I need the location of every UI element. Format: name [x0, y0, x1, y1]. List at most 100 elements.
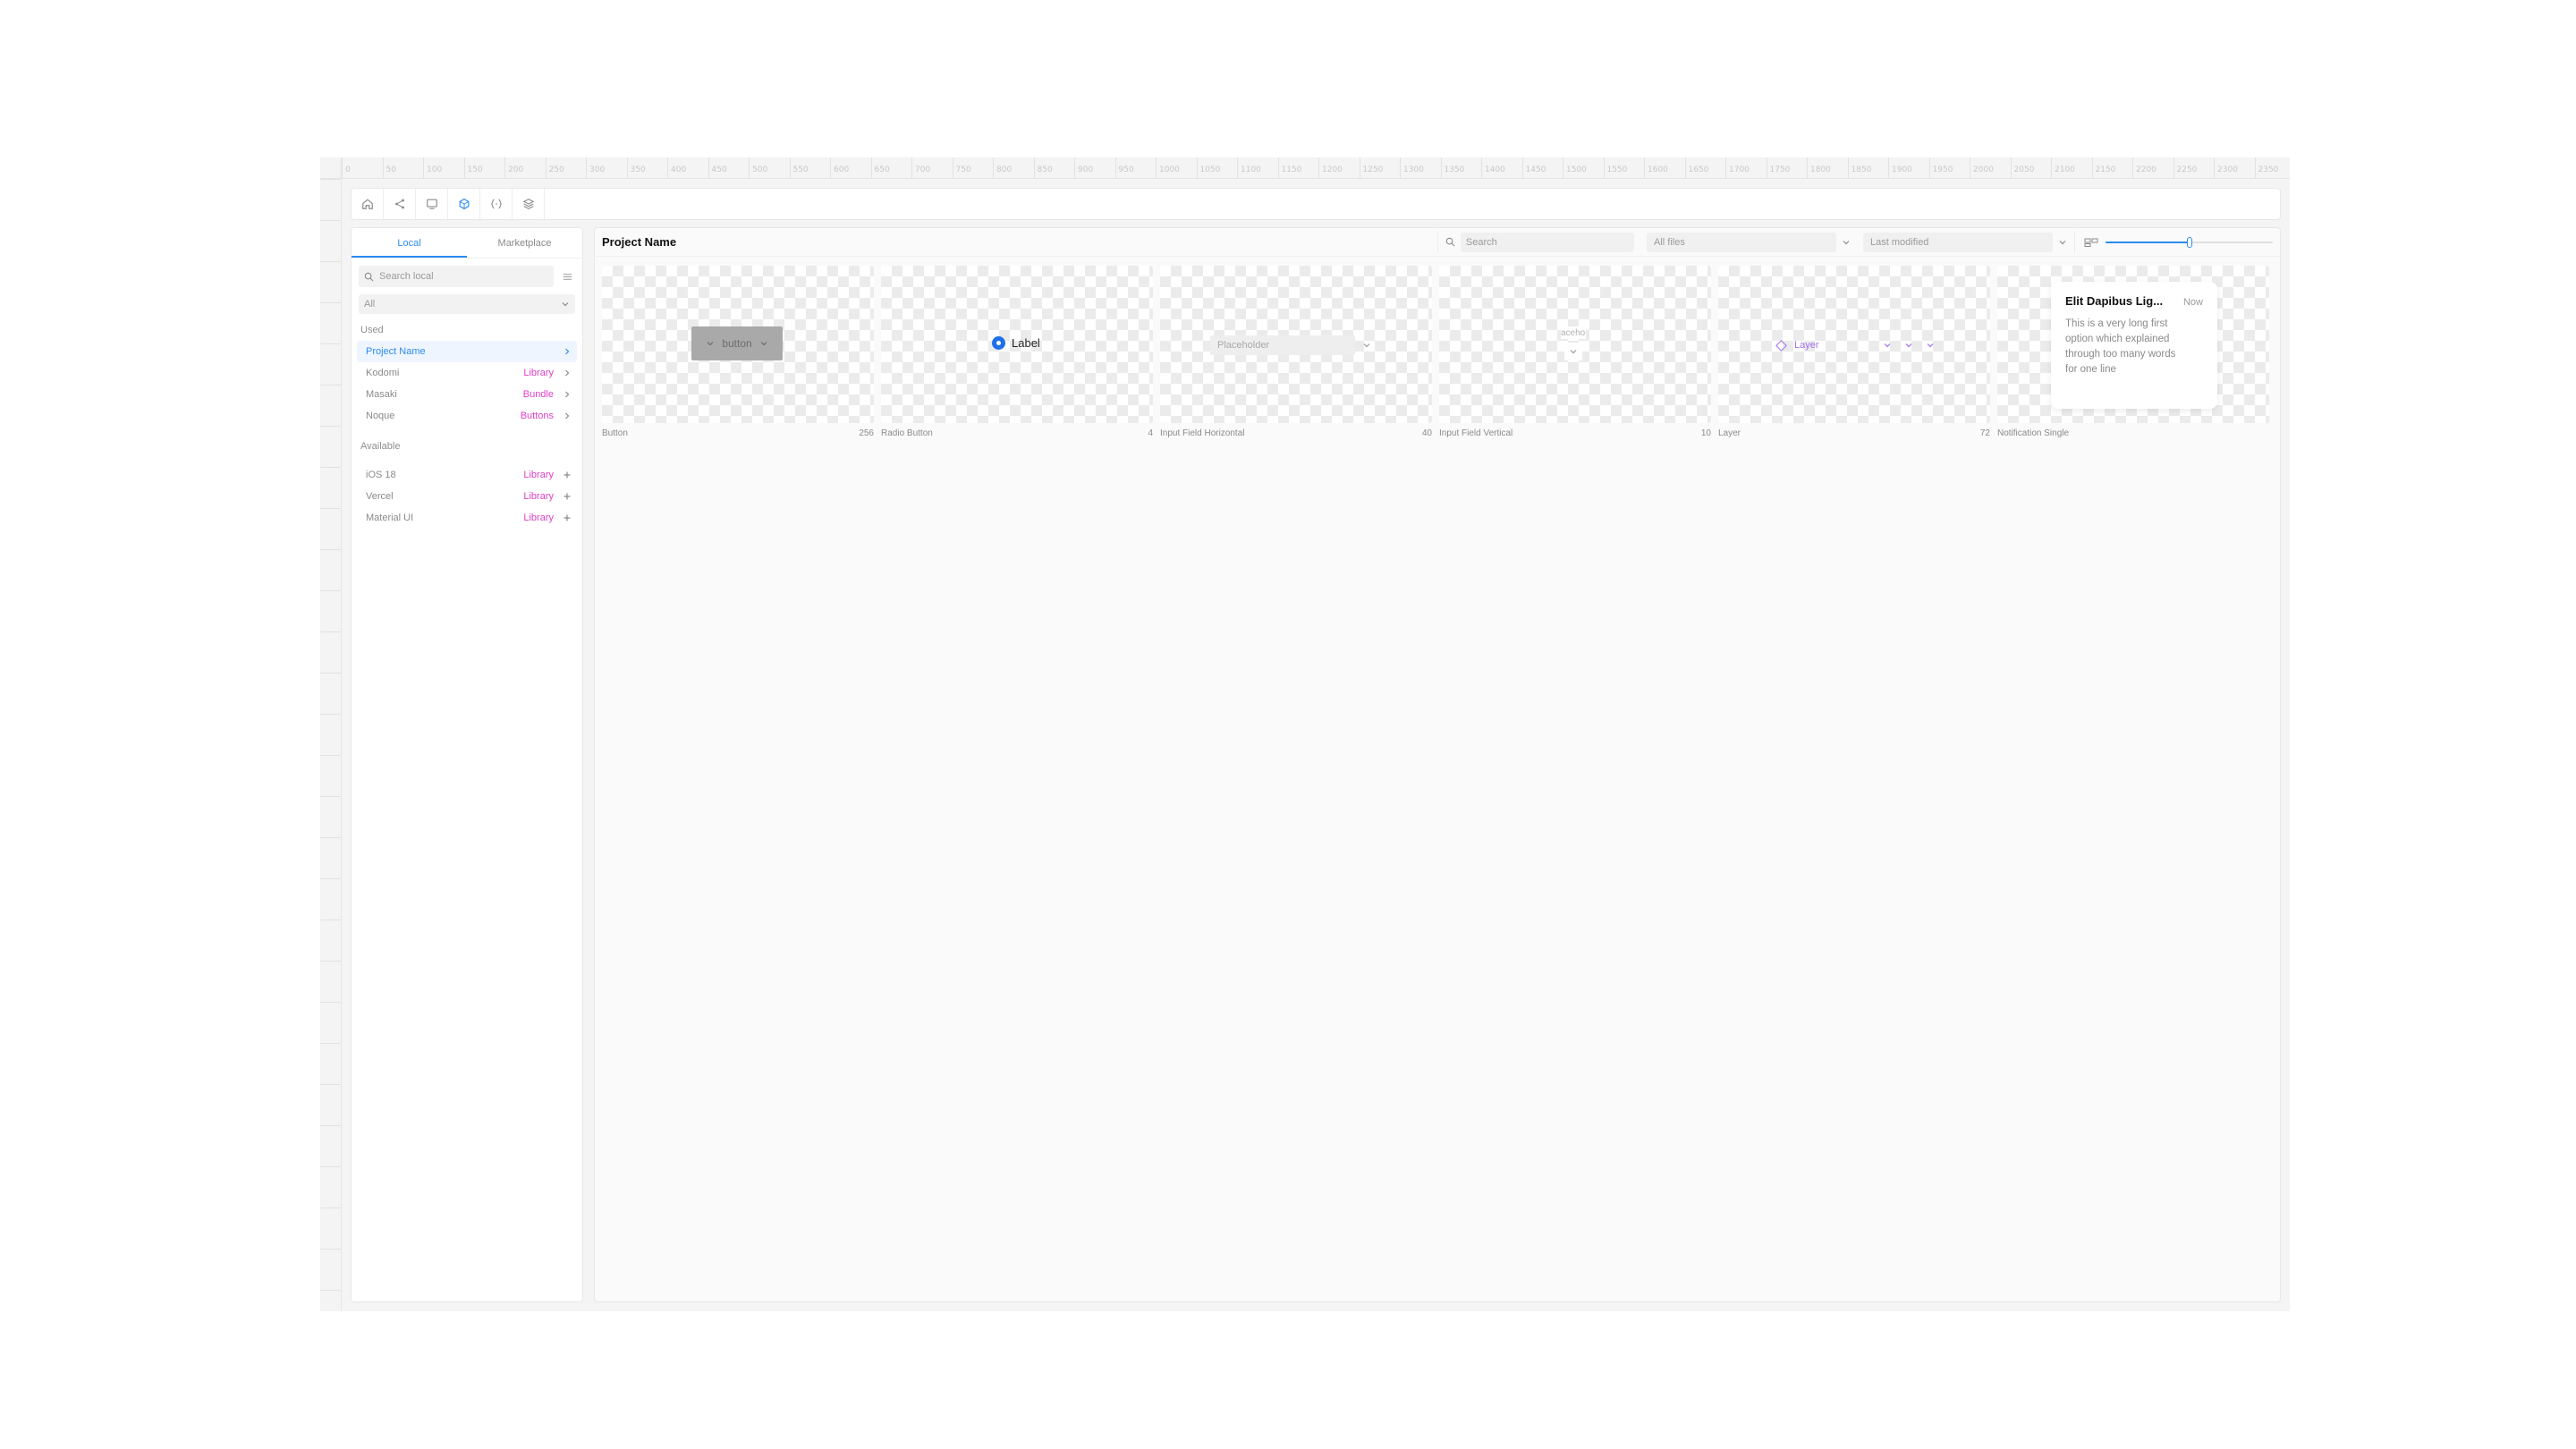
ruler-tick-label: 1550	[1603, 157, 1627, 178]
component-card-radio-button[interactable]: Label Radio Button 4	[881, 266, 1153, 438]
sidebar-item-ios-18[interactable]: iOS 18 Library	[357, 464, 577, 486]
ruler-tick	[320, 261, 341, 302]
component-name: Input Field Horizontal	[1160, 428, 1245, 438]
layer-preview-label: Layer	[1794, 340, 1819, 351]
components-button[interactable]	[448, 189, 480, 219]
ruler-tick-label: 250	[545, 157, 564, 178]
ruler-tick-label: 2300	[2214, 157, 2238, 178]
ruler-tick-label: 550	[789, 157, 809, 178]
button-preview-label: button	[722, 337, 752, 350]
ruler-tick-label: 1600	[1644, 157, 1668, 178]
component-count: 256	[859, 428, 874, 438]
ruler-tick	[320, 426, 341, 467]
component-card-input-field-horizontal[interactable]: Placeholder Input Field Horizontal 40	[1160, 266, 1432, 438]
home-button[interactable]	[352, 189, 384, 219]
sort-value: Last modified	[1863, 232, 2053, 252]
sidebar-item-material-ui[interactable]: Material UI Library	[357, 507, 577, 529]
ruler-tick-label: 600	[830, 157, 849, 178]
ruler-tick	[320, 220, 341, 261]
ruler-tick-label: 1700	[1725, 157, 1750, 178]
ruler-tick-label: 950	[1114, 157, 1134, 178]
vertical-ruler	[320, 179, 342, 1311]
sidebar-item-vercel[interactable]: Vercel Library	[357, 486, 577, 507]
notification-title: Elit Dapibus Lig...	[2065, 294, 2164, 308]
sort-select[interactable]: Last modified	[1863, 232, 2067, 252]
sidebar-item-project-name[interactable]: Project Name	[357, 341, 577, 362]
ruler-tick-label: 2350	[2254, 157, 2278, 178]
grid-size-icon[interactable]	[2084, 237, 2098, 248]
ruler-tick-label: 850	[1033, 157, 1053, 178]
share-button[interactable]	[384, 189, 416, 219]
ruler-tick-label: 1450	[1521, 157, 1546, 178]
ruler-tick	[320, 590, 341, 631]
sidebar-tabs: Local Marketplace	[352, 228, 582, 258]
component-caption: Layer 72	[1718, 428, 1990, 438]
notification-time: Now	[2182, 297, 2203, 308]
ruler-tick-label: 0	[342, 157, 351, 178]
component-icon	[459, 198, 469, 210]
ruler-tick	[320, 1002, 341, 1043]
slider-handle[interactable]	[2186, 236, 2192, 248]
sidebar-item-kodomi[interactable]: Kodomi Library	[357, 362, 577, 384]
component-caption: Notification Single	[1997, 428, 2269, 438]
sidebar-item-masaki[interactable]: Masaki Bundle	[357, 384, 577, 405]
ruler-tick-label: 1250	[1359, 157, 1383, 178]
component-thumbnail: button	[602, 266, 874, 423]
plus-icon[interactable]	[563, 492, 572, 501]
search-local-placeholder: Search local	[379, 271, 434, 282]
monitor-button[interactable]	[416, 189, 448, 219]
sidebar-filter-select[interactable]: All	[359, 294, 575, 314]
chevron-down-icon	[1905, 343, 1912, 348]
chevron-down-icon	[2059, 240, 2066, 244]
component-card-input-field-vertical[interactable]: aceho Input Field Vertical 10	[1439, 266, 1711, 438]
chevron-right-icon	[565, 412, 570, 419]
thumbnail-size-slider[interactable]	[2106, 236, 2273, 248]
input-vertical-preview: aceho	[1561, 325, 1586, 364]
plus-icon[interactable]	[563, 470, 572, 479]
ruler-tick-label: 2250	[2173, 157, 2197, 178]
ruler-tick-label: 450	[708, 157, 727, 178]
component-thumbnail: Label	[881, 266, 1153, 423]
input-vertical-text: aceho	[1561, 326, 1586, 339]
search-local-input[interactable]: Search local	[359, 266, 554, 287]
ruler-tick-label: 700	[911, 157, 930, 178]
component-name: Radio Button	[881, 428, 933, 438]
ruler-tick-label: 300	[586, 157, 605, 178]
component-count: 40	[1421, 428, 1432, 438]
radio-preview-label: Label	[1012, 336, 1040, 350]
ruler-tick-label: 650	[870, 157, 890, 178]
tab-local[interactable]: Local	[352, 228, 467, 258]
list-view-button[interactable]	[559, 266, 575, 287]
ruler-tick	[320, 714, 341, 755]
sidebar-item-noque[interactable]: Noque Buttons	[357, 405, 577, 427]
ruler-tick-label: 150	[463, 157, 483, 178]
ruler-tick-label: 2200	[2132, 157, 2157, 178]
component-thumbnail: aceho	[1439, 266, 1711, 423]
ruler-tick	[320, 508, 341, 549]
page-title: Project Name	[602, 235, 677, 249]
ruler-tick	[320, 878, 341, 919]
search-input[interactable]: Search	[1460, 232, 1634, 252]
sidebar-item-badge: Library	[523, 491, 554, 502]
ruler-tick	[320, 755, 341, 796]
tab-marketplace[interactable]: Marketplace	[467, 228, 582, 258]
chevron-down-icon	[1363, 343, 1370, 348]
component-name: Input Field Vertical	[1439, 428, 1513, 438]
component-card-button[interactable]: button Button 256	[602, 266, 874, 438]
input-vertical-dropdown	[1564, 343, 1582, 360]
search-icon	[1445, 237, 1455, 247]
plus-icon[interactable]	[563, 513, 572, 522]
chevron-right-icon	[565, 348, 570, 355]
layers-button[interactable]	[513, 189, 545, 219]
component-caption: Input Field Horizontal 40	[1160, 428, 1432, 438]
files-filter-select[interactable]: All files	[1647, 232, 1851, 252]
variables-button[interactable]	[480, 189, 513, 219]
component-card-layer[interactable]: Layer Layer 72	[1718, 266, 1990, 438]
sidebar-item-label: Vercel	[366, 491, 394, 502]
ruler-tick-label: 500	[749, 157, 767, 178]
component-card-notification-single[interactable]: Elit Dapibus Lig... Now This is a very l…	[1997, 266, 2269, 438]
ruler-tick-label: 1400	[1481, 157, 1505, 178]
ruler-tick-label: 1950	[1928, 157, 1953, 178]
ruler-tick	[320, 385, 341, 426]
ruler-corner	[320, 157, 342, 179]
